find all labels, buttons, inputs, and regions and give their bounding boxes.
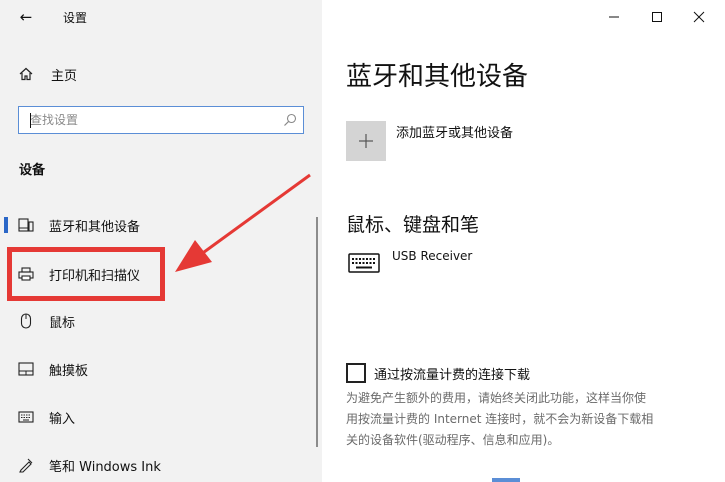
back-arrow-icon: ← (19, 8, 33, 26)
description-line: 关的设备软件(驱动程序、信息和应用)。 (346, 433, 560, 447)
sidebar-item-pen[interactable]: 笔和 Windows Ink (0, 447, 322, 482)
sidebar-item-label: 触摸板 (49, 363, 89, 379)
bluetooth-devices-icon (17, 217, 35, 233)
keyboard-icon (348, 253, 380, 273)
settings-window: ← 设置 主页 设备 (0, 0, 725, 482)
sidebar-item-label: 笔和 Windows Ink (49, 459, 161, 475)
sidebar-item-label: 蓝牙和其他设备 (49, 219, 141, 235)
main-pane: 蓝牙和其他设备 添加蓝牙或其他设备 鼠标、键盘和笔 USB Receiver 通… (322, 0, 725, 482)
pen-icon (17, 457, 35, 473)
mouse-icon (17, 313, 35, 329)
search-icon[interactable] (283, 113, 297, 127)
sidebar-item-label: 打印机和扫描仪 (49, 268, 141, 284)
minimize-button[interactable] (592, 4, 636, 30)
close-button[interactable] (677, 4, 721, 30)
section-title: 设备 (19, 163, 46, 178)
app-title: 设置 (63, 11, 88, 25)
printer-icon (17, 266, 35, 282)
sidebar-item-mouse[interactable]: 鼠标 (0, 303, 322, 339)
description-line: 用按流量计费的 Internet 连接时，就不会为新设备下载相 (346, 412, 654, 426)
back-button[interactable]: ← (12, 6, 40, 28)
close-icon (693, 11, 705, 23)
description-line: 为避免产生额外的费用，请始终关闭此功能，这样当你使 (346, 391, 647, 405)
maximize-icon (652, 12, 662, 22)
search-box[interactable] (18, 106, 304, 134)
sidebar-item-typing[interactable]: 输入 (0, 399, 322, 435)
minimize-icon (609, 16, 619, 18)
partial-link-highlight (492, 478, 520, 482)
metered-description: 为避免产生额外的费用，请始终关闭此功能，这样当你使 用按流量计费的 Intern… (346, 388, 706, 451)
touchpad-icon (17, 361, 35, 377)
search-input[interactable] (20, 108, 270, 132)
metered-download-checkbox[interactable] (346, 363, 366, 383)
home-icon (19, 67, 33, 81)
home-nav-item[interactable]: 主页 (19, 64, 77, 84)
sidebar-item-bluetooth[interactable]: 蓝牙和其他设备 (0, 207, 322, 243)
keyboard-icon (17, 409, 35, 425)
sidebar-item-label: 输入 (49, 411, 76, 427)
home-label: 主页 (51, 68, 78, 84)
maximize-button[interactable] (635, 4, 679, 30)
sidebar-item-printers[interactable]: 打印机和扫描仪 (0, 256, 322, 292)
add-device-label[interactable]: 添加蓝牙或其他设备 (396, 122, 513, 141)
sidebar-scrollbar[interactable] (316, 217, 318, 447)
plus-icon (359, 134, 373, 148)
title-bar: ← 设置 (0, 0, 322, 34)
text-caret (30, 113, 31, 128)
sidebar-item-label: 鼠标 (49, 315, 76, 331)
sidebar-item-touchpad[interactable]: 触摸板 (0, 351, 322, 387)
device-name[interactable]: USB Receiver (392, 249, 472, 263)
sidebar: ← 设置 主页 设备 (0, 0, 322, 482)
section-heading: 鼠标、键盘和笔 (346, 214, 480, 236)
add-device-button[interactable] (346, 121, 386, 161)
checkbox-label[interactable]: 通过按流量计费的连接下载 (374, 364, 530, 383)
page-title: 蓝牙和其他设备 (346, 62, 529, 92)
